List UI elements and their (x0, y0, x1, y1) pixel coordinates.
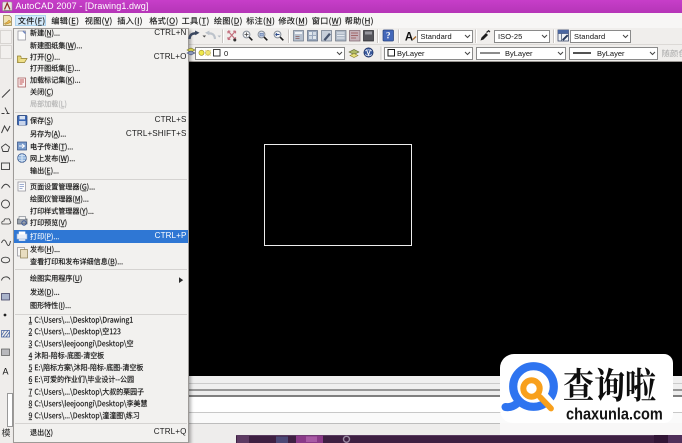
svg-text:?: ? (386, 31, 391, 41)
svg-text:A: A (405, 32, 413, 44)
svg-text:A: A (2, 367, 8, 377)
